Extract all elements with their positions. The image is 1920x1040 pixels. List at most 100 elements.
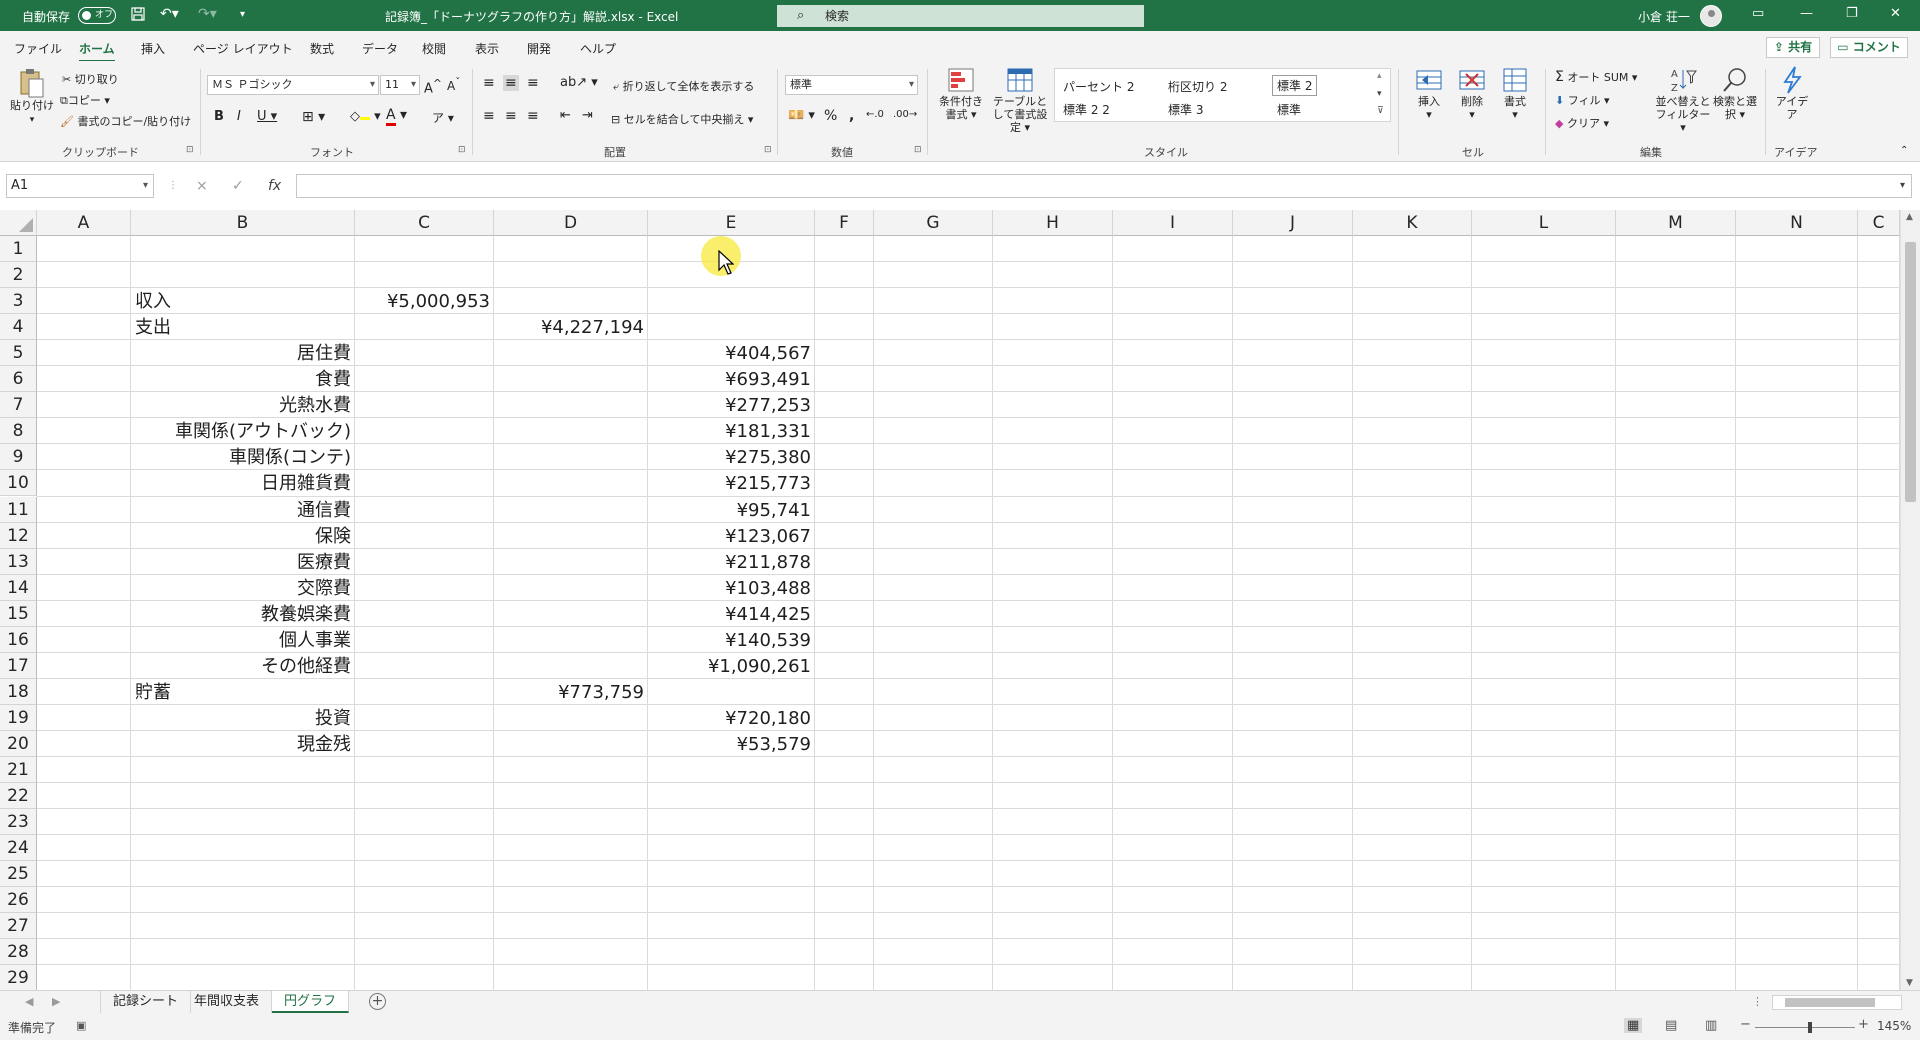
font-size-select[interactable]: 11 <box>380 75 420 95</box>
tab-view[interactable]: 表示 <box>475 40 499 57</box>
column-header[interactable]: C <box>355 210 494 236</box>
name-box[interactable]: A1 <box>6 174 154 198</box>
cell-B6[interactable]: 食費 <box>135 368 351 392</box>
format-as-table-button[interactable]: テーブルとして書式設定 ▾ <box>990 65 1050 134</box>
page-break-view-icon[interactable]: ▥ <box>1705 1018 1717 1033</box>
cell-D4[interactable]: ¥4,227,194 <box>498 316 644 340</box>
save-icon[interactable] <box>130 6 146 26</box>
cell-B11[interactable]: 通信費 <box>135 499 351 523</box>
column-header[interactable]: N <box>1736 210 1858 236</box>
page-layout-view-icon[interactable]: ▤ <box>1665 1018 1677 1033</box>
ideas-button[interactable]: アイデア <box>1772 65 1812 121</box>
undo-icon[interactable]: ↶▾ <box>160 6 179 22</box>
cell-E11[interactable]: ¥95,741 <box>652 499 811 523</box>
zoom-in-icon[interactable]: + <box>1858 1017 1869 1032</box>
column-header[interactable]: B <box>131 210 355 236</box>
phonetic-icon[interactable]: ア ▾ <box>432 109 454 126</box>
align-middle-icon[interactable]: ≡ <box>503 75 519 91</box>
delete-cells-button[interactable]: 削除 ▾ <box>1451 65 1493 121</box>
row-header[interactable]: 1 <box>0 236 37 263</box>
enter-icon[interactable]: ✓ <box>232 178 244 194</box>
search-box[interactable]: ⌕ 検索 <box>777 5 1144 27</box>
formula-input[interactable] <box>296 174 1912 198</box>
zoom-out-icon[interactable]: − <box>1740 1017 1751 1032</box>
column-header[interactable]: F <box>815 210 874 236</box>
cell-E12[interactable]: ¥123,067 <box>652 525 811 549</box>
gallery-more-icon[interactable]: ⊽ <box>1377 106 1384 116</box>
cell-D18[interactable]: ¥773,759 <box>498 681 644 705</box>
cell-E15[interactable]: ¥414,425 <box>652 603 811 627</box>
select-all-corner[interactable] <box>0 210 37 236</box>
zoom-slider[interactable] <box>1755 1022 1855 1033</box>
zoom-level[interactable]: 145% <box>1877 1019 1911 1033</box>
cell-B16[interactable]: 個人事業 <box>135 629 351 653</box>
next-sheet-icon[interactable]: ▶ <box>52 995 60 1008</box>
minimize-icon[interactable]: — <box>1800 6 1813 21</box>
sheet-tab-annual[interactable]: 年間収支表 <box>182 991 273 1013</box>
row-header[interactable]: 18 <box>0 678 37 705</box>
row-header[interactable]: 22 <box>0 783 37 810</box>
collapse-ribbon-icon[interactable]: ⌃ <box>1900 145 1908 156</box>
cell-B10[interactable]: 日用雑貨費 <box>135 472 351 496</box>
row-header[interactable]: 5 <box>0 340 37 367</box>
cell-E13[interactable]: ¥211,878 <box>652 551 811 575</box>
conditional-formatting-button[interactable]: 条件付き書式 ▾ <box>934 65 988 121</box>
cell-B14[interactable]: 交際費 <box>135 577 351 601</box>
zoom-slider-knob[interactable] <box>1808 1022 1812 1033</box>
row-header[interactable]: 6 <box>0 366 37 393</box>
decrease-indent-icon[interactable]: ⇤ <box>560 108 571 123</box>
close-icon[interactable]: ✕ <box>1890 6 1901 21</box>
cell-E17[interactable]: ¥1,090,261 <box>652 655 811 679</box>
cell-B12[interactable]: 保険 <box>135 525 351 549</box>
redo-icon[interactable]: ↷▾ <box>198 6 217 22</box>
style-percent-2[interactable]: パーセント 2 <box>1063 78 1134 95</box>
sort-filter-button[interactable]: AZ 並べ替えとフィルター ▾ <box>1655 65 1711 134</box>
row-header[interactable]: 25 <box>0 861 37 888</box>
row-header[interactable]: 28 <box>0 939 37 966</box>
row-header[interactable]: 9 <box>0 444 37 471</box>
fill-button[interactable]: ⬇ フィル ▾ <box>1555 92 1610 108</box>
column-header[interactable]: A <box>37 210 131 236</box>
row-header[interactable]: 7 <box>0 392 37 419</box>
align-top-icon[interactable]: ≡ <box>483 75 495 91</box>
align-left-icon[interactable]: ≡ <box>483 108 495 124</box>
row-header[interactable]: 4 <box>0 314 37 341</box>
horizontal-scroll-thumb[interactable] <box>1785 998 1875 1007</box>
font-name-select[interactable]: ＭＳ Ｐゴシック <box>207 75 379 95</box>
row-header[interactable]: 3 <box>0 288 37 315</box>
scroll-down-icon[interactable]: ▼ <box>1906 978 1913 988</box>
tab-review[interactable]: 校閲 <box>422 40 446 57</box>
row-header[interactable]: 19 <box>0 704 37 731</box>
fill-color-icon[interactable]: ◇ ▾ <box>350 109 381 124</box>
find-select-button[interactable]: 検索と選択 ▾ <box>1712 65 1758 121</box>
autosum-button[interactable]: Σ オート SUM ▾ <box>1555 69 1637 85</box>
cell-E8[interactable]: ¥181,331 <box>652 420 811 444</box>
column-header[interactable]: E <box>648 210 815 236</box>
row-header[interactable]: 8 <box>0 418 37 445</box>
cell-B9[interactable]: 車関係(コンテ) <box>135 446 351 470</box>
row-header[interactable]: 16 <box>0 626 37 653</box>
column-header[interactable]: M <box>1616 210 1736 236</box>
underline-button[interactable]: U ▾ <box>257 109 277 124</box>
row-header[interactable]: 2 <box>0 262 37 289</box>
copy-button[interactable]: ⧉コピー ▾ <box>60 92 110 108</box>
increase-decimal-icon[interactable]: ←.0 <box>866 109 884 120</box>
cell-B3[interactable]: 収入 <box>135 290 351 314</box>
cell-E9[interactable]: ¥275,380 <box>652 446 811 470</box>
align-right-icon[interactable]: ≡ <box>527 108 539 124</box>
merge-center-button[interactable]: ⊟ セルを結合して中央揃え ▾ <box>611 111 753 127</box>
percent-icon[interactable]: % <box>824 108 837 124</box>
column-header[interactable]: C <box>1858 210 1900 236</box>
add-sheet-icon[interactable]: + <box>369 993 386 1010</box>
normal-view-icon[interactable]: ▦ <box>1624 1018 1643 1033</box>
column-header[interactable]: K <box>1353 210 1472 236</box>
comma-style-icon[interactable]: , <box>849 108 854 124</box>
increase-font-size-icon[interactable]: A^ <box>424 77 442 96</box>
customize-quick-access-icon[interactable]: ▾ <box>240 9 245 20</box>
worksheet-grid[interactable]: A B C D E F G H I J K L M N C 1 2 3 4 5 6 7 8 9 10 11 12 13 14 15 16 17… <box>0 210 1920 990</box>
italic-button[interactable]: I <box>237 109 241 124</box>
alignment-launcher-icon[interactable]: ⊡ <box>764 145 772 155</box>
style-normal-3[interactable]: 標準 3 <box>1168 101 1203 118</box>
cell-B5[interactable]: 居住費 <box>135 342 351 366</box>
format-cells-button[interactable]: 書式 ▾ <box>1494 65 1536 121</box>
